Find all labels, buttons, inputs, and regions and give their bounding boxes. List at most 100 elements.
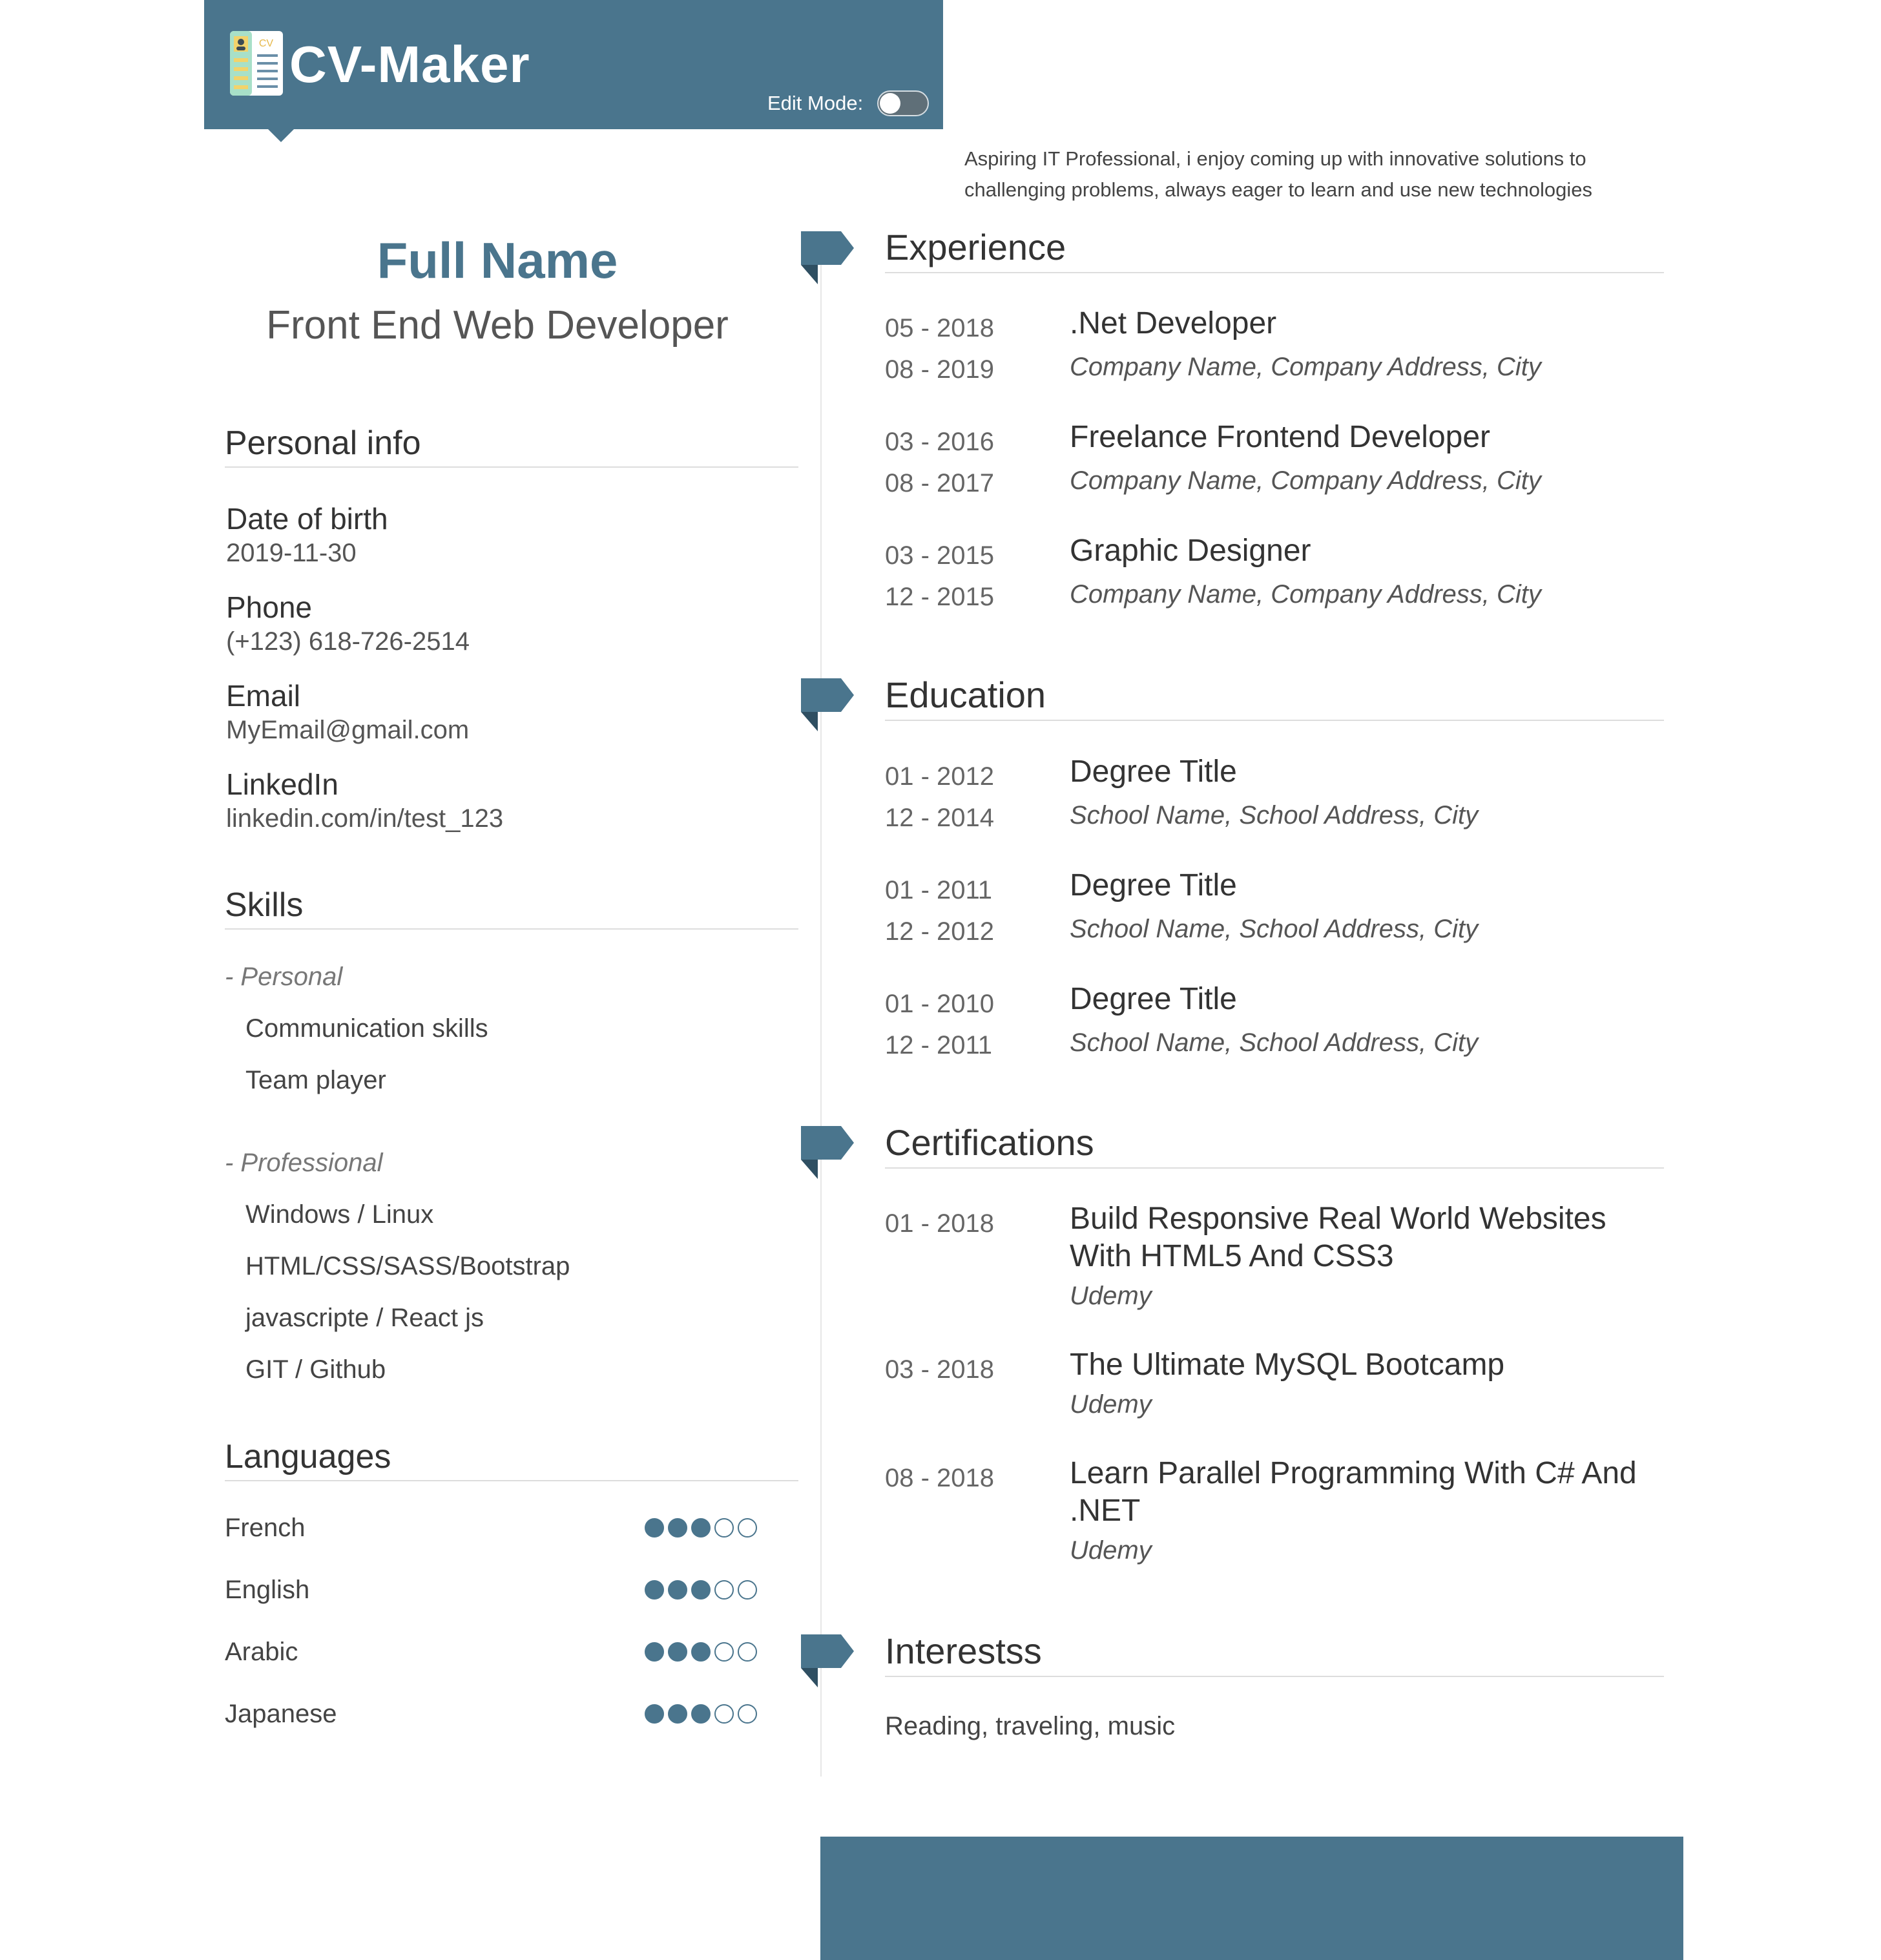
language-rating [645,1580,757,1601]
rating-dot-filled [645,1518,664,1538]
experience-title: Graphic Designer [1070,534,1311,568]
experience-title: .Net Developer [1070,306,1277,340]
certification-date: 03 - 2018 [885,1355,995,1384]
skill-category-professional: - Professional [225,1149,383,1177]
education-title: Degree Title [1070,868,1237,902]
rating-dot-filled [645,1704,664,1724]
rating-dot-filled [668,1642,687,1662]
certification-issuer: Udemy [1070,1390,1152,1419]
education-title: Degree Title [1070,982,1237,1016]
certification-title: Build Responsive Real World Websites Wit… [1070,1202,1606,1273]
education-school: School Name, School Address, City [1070,1028,1479,1057]
experience-end-date: 12 - 2015 [885,583,995,611]
svg-text:CV: CV [259,38,274,49]
full-name: Full Name [377,232,618,289]
rating-dot-filled [668,1580,687,1600]
certification-issuer: Udemy [1070,1536,1152,1565]
edit-mode-label: Edit Mode: [767,92,864,114]
rating-dot-empty [738,1642,757,1662]
toggle-knob [880,93,900,114]
skill-item: GIT / Github [245,1355,386,1384]
language-name: Arabic [225,1638,298,1666]
rating-dot-filled [668,1704,687,1724]
experience-start-date: 03 - 2015 [885,541,995,570]
certification-title: Learn Parallel Programming With C# And .… [1070,1456,1637,1528]
language-name: French [225,1514,306,1542]
dob-label: Date of birth [226,502,388,536]
rating-dot-filled [668,1518,687,1538]
interests-heading: Interestss [885,1630,1664,1677]
brand-pointer [267,128,295,142]
certification-date: 01 - 2018 [885,1209,995,1238]
education-start-date: 01 - 2010 [885,990,995,1018]
footer-bar [820,1837,1683,1960]
rating-dot-filled [645,1580,664,1600]
section-ribbon-icon [801,231,854,284]
education-school: School Name, School Address, City [1070,801,1479,829]
rating-dot-filled [645,1642,664,1662]
education-title: Degree Title [1070,755,1237,789]
job-title: Front End Web Developer [266,303,729,348]
column-divider [820,233,822,1777]
experience-start-date: 03 - 2016 [885,428,995,456]
interests-text: Reading, traveling, music [885,1712,1176,1740]
dob-value: 2019-11-30 [226,539,357,567]
personal-info-heading: Personal info [225,424,798,468]
education-school: School Name, School Address, City [1070,915,1479,943]
rating-dot-filled [691,1518,711,1538]
languages-heading: Languages [225,1437,798,1481]
linkedin-value: linkedin.com/in/test_123 [226,804,504,833]
skill-category-personal: - Personal [225,963,343,991]
language-rating [645,1704,757,1725]
phone-label: Phone [226,590,313,624]
experience-end-date: 08 - 2017 [885,469,995,497]
skill-item: HTML/CSS/SASS/Bootstrap [245,1252,570,1280]
experience-heading: Experience [885,226,1664,273]
skill-item: Communication skills [245,1014,488,1043]
certification-issuer: Udemy [1070,1282,1152,1310]
rating-dot-empty [738,1580,757,1600]
education-start-date: 01 - 2011 [885,876,993,904]
rating-dot-filled [691,1704,711,1724]
language-rating [645,1518,757,1539]
education-end-date: 12 - 2014 [885,804,995,832]
cv-document-icon: CV [230,31,283,96]
rating-dot-filled [691,1580,711,1600]
experience-start-date: 05 - 2018 [885,314,995,342]
section-ribbon-icon [801,1634,854,1687]
rating-dot-empty [714,1518,734,1538]
email-label: Email [226,679,301,713]
linkedin-label: LinkedIn [226,767,338,801]
experience-company: Company Name, Company Address, City [1070,466,1541,495]
experience-title: Freelance Frontend Developer [1070,420,1491,454]
skill-item: Windows / Linux [245,1200,434,1229]
edit-mode-toggle[interactable] [877,90,929,116]
experience-end-date: 08 - 2019 [885,355,995,384]
experience-company: Company Name, Company Address, City [1070,353,1541,381]
experience-company: Company Name, Company Address, City [1070,580,1541,609]
certifications-heading: Certifications [885,1121,1664,1169]
language-rating [645,1642,757,1663]
skill-item: javascripte / React js [245,1304,484,1332]
rating-dot-empty [738,1704,757,1724]
education-end-date: 12 - 2012 [885,917,995,946]
rating-dot-empty [714,1580,734,1600]
certification-title: The Ultimate MySQL Bootcamp [1070,1348,1505,1382]
certification-date: 08 - 2018 [885,1464,995,1492]
app-title: CV-Maker [289,36,530,93]
language-name: Japanese [225,1700,337,1728]
email-value: MyEmail@gmail.com [226,716,470,744]
rating-dot-filled [691,1642,711,1662]
education-start-date: 01 - 2012 [885,762,995,791]
section-ribbon-icon [801,678,854,731]
skills-heading: Skills [225,886,798,930]
section-ribbon-icon [801,1126,854,1179]
education-heading: Education [885,674,1664,721]
language-name: English [225,1576,310,1604]
rating-dot-empty [738,1518,757,1538]
rating-dot-empty [714,1642,734,1662]
rating-dot-empty [714,1704,734,1724]
phone-value: (+123) 618-726-2514 [226,627,470,656]
education-end-date: 12 - 2011 [885,1031,993,1059]
skill-item: Team player [245,1066,386,1094]
